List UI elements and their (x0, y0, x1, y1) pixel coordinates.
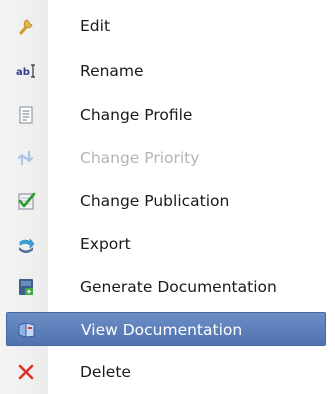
generate-document-icon (16, 277, 36, 297)
wrench-icon (16, 16, 36, 36)
menu-item-label: Change Profile (80, 106, 193, 124)
menu-item-label: Delete (80, 363, 131, 381)
menu-item-change-publication[interactable]: Change Publication (6, 184, 326, 218)
view-book-icon (17, 320, 37, 340)
menu-item-edit[interactable]: Edit (6, 9, 326, 43)
rename-icon: ab (16, 61, 36, 81)
menu-item-label: Change Priority (80, 149, 200, 167)
menu-item-rename[interactable]: ab Rename (6, 54, 326, 88)
context-menu: Edit ab Rename Change Profile Change Pri… (0, 0, 335, 394)
menu-item-view-documentation[interactable]: View Documentation (6, 312, 326, 346)
menu-item-label: View Documentation (81, 321, 243, 339)
export-arrow-icon (16, 234, 36, 254)
menu-item-label: Change Publication (80, 192, 230, 210)
priority-arrows-icon (16, 148, 36, 168)
menu-item-change-priority: Change Priority (6, 141, 326, 175)
menu-item-label: Edit (80, 17, 111, 35)
menu-item-change-profile[interactable]: Change Profile (6, 98, 326, 132)
menu-item-generate-documentation[interactable]: Generate Documentation (6, 270, 326, 304)
delete-x-icon (16, 362, 36, 382)
menu-item-label: Export (80, 235, 131, 253)
publication-check-icon (16, 191, 36, 211)
menu-item-label: Generate Documentation (80, 278, 277, 296)
menu-item-delete[interactable]: Delete (6, 355, 326, 389)
menu-item-export[interactable]: Export (6, 227, 326, 261)
profile-list-icon (16, 105, 36, 125)
menu-item-label: Rename (80, 62, 144, 80)
svg-text:ab: ab (16, 67, 30, 78)
